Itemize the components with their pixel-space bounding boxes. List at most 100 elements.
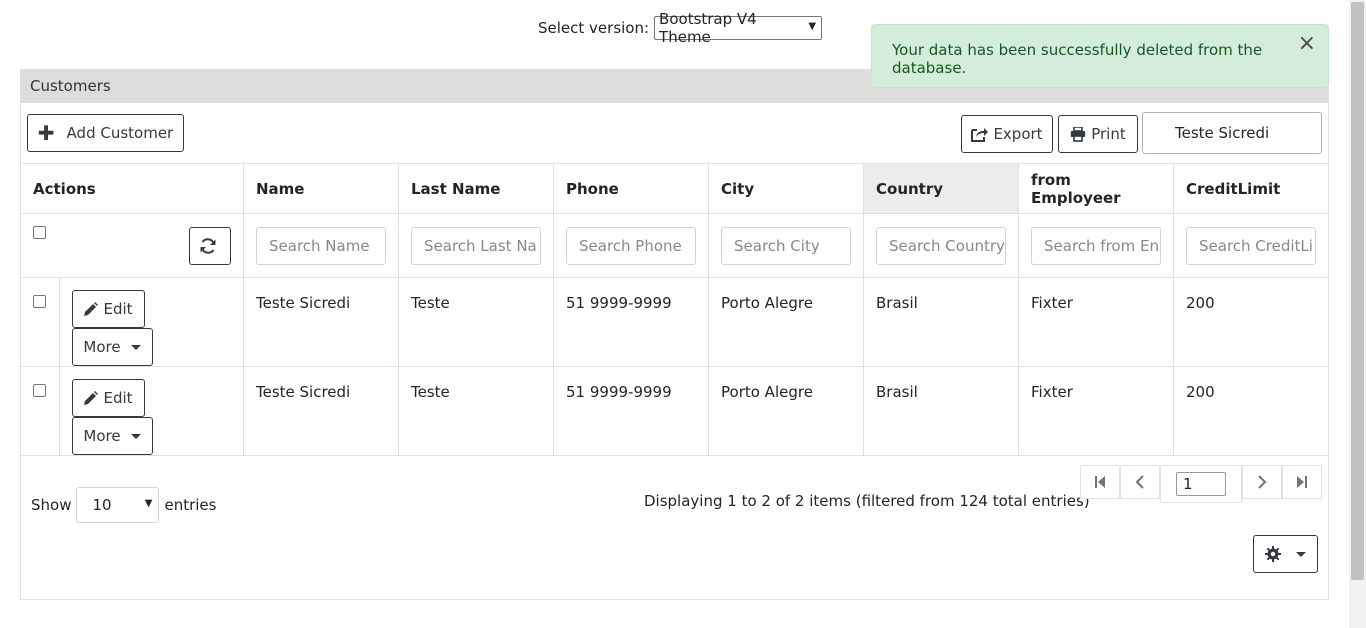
prev-page-button[interactable] — [1120, 465, 1160, 499]
search-country-input[interactable]: Search Country — [876, 226, 1006, 265]
pencil-icon — [84, 301, 99, 316]
global-search-input[interactable]: Teste Sicredi — [1142, 112, 1322, 154]
filter-credit-limit-cell: Search CreditLi — [1173, 213, 1328, 278]
page-number-cell: 1 — [1160, 465, 1242, 503]
print-button[interactable]: Print — [1058, 115, 1138, 153]
cell-from-employeer: Fixter — [1018, 277, 1174, 367]
column-header-phone[interactable]: Phone — [553, 163, 709, 214]
caret-down-icon — [130, 433, 141, 439]
cell-country: Brasil — [863, 277, 1019, 367]
cell-name: Teste Sicredi — [243, 277, 399, 367]
cell-credit-limit: 200 — [1173, 366, 1328, 456]
cell-phone: 51 9999-9999 — [553, 277, 709, 367]
page-size-control: Show 10 ▼ entries — [31, 487, 216, 523]
column-header-credit-limit[interactable]: CreditLimit — [1173, 163, 1328, 214]
last-page-button[interactable] — [1282, 465, 1322, 499]
chevron-left-icon — [1135, 475, 1144, 489]
refresh-icon — [200, 237, 215, 254]
filter-city-cell: Search City — [708, 213, 864, 278]
version-label: Select version: — [538, 19, 650, 37]
entries-label: entries — [164, 496, 217, 514]
cell-country: Brasil — [863, 366, 1019, 456]
add-customer-button[interactable]: ✚ Add Customer — [27, 114, 184, 152]
last-page-icon — [1297, 476, 1307, 488]
customers-card: Customers ✚ Add Customer Export Print Te… — [20, 69, 1329, 600]
table-row: Edit More Teste Sicredi Teste 51 9999-99… — [21, 366, 1328, 456]
search-city-input[interactable]: Search City — [721, 226, 851, 265]
search-credit-limit-input[interactable]: Search CreditLi — [1186, 226, 1316, 265]
select-all-checkbox[interactable] — [33, 225, 46, 239]
printer-icon — [1071, 126, 1086, 142]
customers-table: Actions Name Last Name Phone City Countr… — [21, 163, 1328, 456]
cell-credit-limit: 200 — [1173, 277, 1328, 367]
caret-down-icon — [130, 344, 141, 350]
filter-name-cell: Search Name — [243, 213, 399, 278]
filter-row: Search Name Search Last Na Search Phone … — [21, 213, 1328, 278]
row-checkbox[interactable] — [33, 295, 46, 308]
plus-icon: ✚ — [37, 121, 55, 145]
caret-down-icon — [1296, 551, 1306, 557]
row-checkbox-cell — [21, 366, 60, 456]
first-page-button[interactable] — [1080, 465, 1120, 499]
show-label: Show — [31, 496, 72, 514]
page-size-select[interactable]: 10 ▼ — [76, 487, 160, 523]
cell-city: Porto Alegre — [708, 277, 864, 367]
print-label: Print — [1091, 125, 1126, 143]
next-page-button[interactable] — [1242, 465, 1282, 499]
edit-button[interactable]: Edit — [71, 290, 145, 328]
column-header-actions: Actions — [21, 163, 244, 214]
row-checkbox[interactable] — [33, 384, 46, 397]
settings-dropdown-button[interactable] — [1253, 535, 1318, 573]
vertical-scrollbar[interactable] — [1349, 0, 1366, 628]
cell-city: Porto Alegre — [708, 366, 864, 456]
caret-down-icon: ▼ — [808, 21, 817, 32]
pencil-icon — [84, 390, 99, 405]
edit-label: Edit — [103, 300, 133, 318]
caret-down-icon: ▼ — [144, 498, 153, 509]
column-header-name[interactable]: Name — [243, 163, 399, 214]
row-actions-cell: Edit More — [59, 277, 244, 367]
table-row: Edit More Teste Sicredi Teste 51 9999-99… — [21, 277, 1328, 367]
search-name-input[interactable]: Search Name — [256, 226, 386, 265]
cell-last-name: Teste — [398, 277, 554, 367]
column-header-city[interactable]: City — [708, 163, 864, 214]
more-dropdown-button[interactable]: More — [71, 328, 153, 366]
version-select-value: Bootstrap V4 Theme — [659, 10, 757, 46]
search-phone-input[interactable]: Search Phone — [566, 226, 696, 265]
pagination-info: Displaying 1 to 2 of 2 items (filtered f… — [644, 492, 1090, 510]
edit-label: Edit — [103, 389, 133, 407]
refresh-button[interactable] — [189, 226, 231, 265]
cell-phone: 51 9999-9999 — [553, 366, 709, 456]
more-label: More — [83, 427, 121, 445]
gear-icon — [1265, 546, 1281, 562]
close-icon[interactable]: × — [1298, 33, 1316, 55]
version-select[interactable]: Bootstrap V4 Theme ▼ — [654, 10, 823, 46]
version-bar: Select version: Bootstrap V4 Theme ▼ — [538, 10, 823, 46]
scrollbar-thumb[interactable] — [1351, 2, 1364, 580]
cell-last-name: Teste — [398, 366, 554, 456]
cell-from-employeer: Fixter — [1018, 366, 1174, 456]
table-header-row: Actions Name Last Name Phone City Countr… — [21, 163, 1328, 214]
more-label: More — [83, 338, 121, 356]
column-header-from-employeer[interactable]: from Employeer — [1018, 163, 1174, 214]
search-from-employeer-input[interactable]: Search from En — [1031, 226, 1161, 265]
chevron-right-icon — [1258, 475, 1267, 489]
edit-button[interactable]: Edit — [71, 379, 145, 417]
column-header-country[interactable]: Country — [863, 163, 1019, 214]
column-header-last-name[interactable]: Last Name — [398, 163, 554, 214]
first-page-icon — [1095, 476, 1105, 488]
cell-name: Teste Sicredi — [243, 366, 399, 456]
search-last-name-input[interactable]: Search Last Na — [411, 226, 541, 265]
page-size-value: 10 — [92, 496, 112, 514]
export-button[interactable]: Export — [961, 115, 1053, 153]
filter-country-cell: Search Country — [863, 213, 1019, 278]
export-icon — [971, 128, 989, 142]
alert-message: Your data has been successfully deleted … — [892, 41, 1263, 77]
filter-employeer-cell: Search from En — [1018, 213, 1174, 278]
page-number-input[interactable]: 1 — [1176, 472, 1226, 496]
row-actions-cell: Edit More — [59, 366, 244, 456]
row-checkbox-cell — [21, 277, 60, 367]
filter-phone-cell: Search Phone — [553, 213, 709, 278]
export-label: Export — [993, 125, 1043, 143]
more-dropdown-button[interactable]: More — [71, 417, 153, 455]
